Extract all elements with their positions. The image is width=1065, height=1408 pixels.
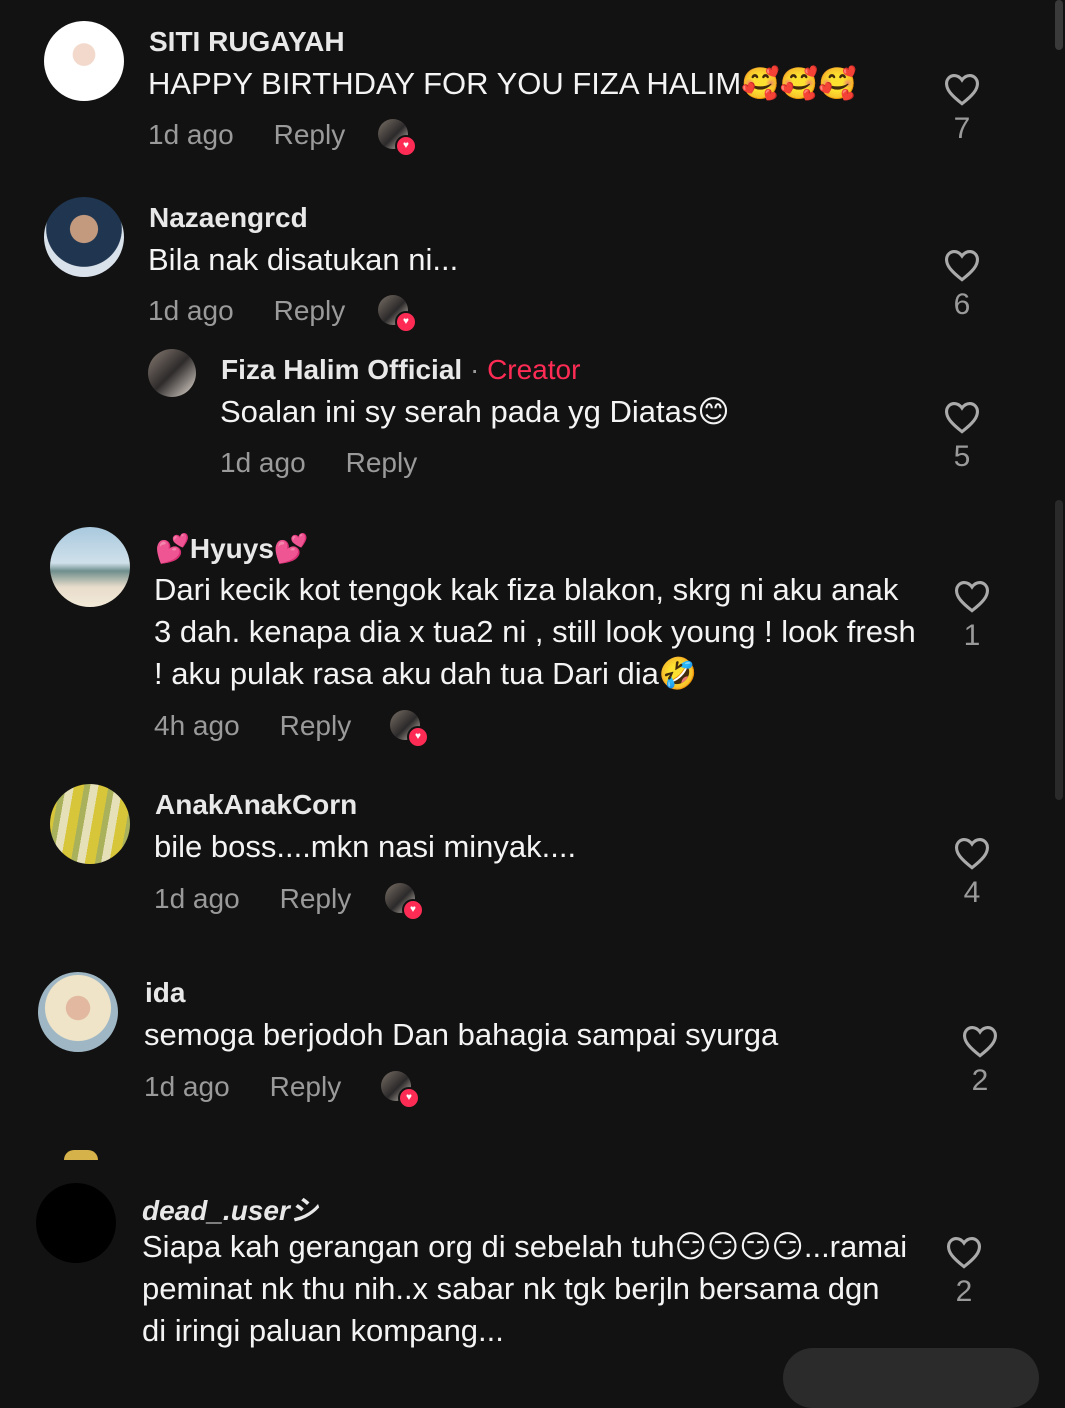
like-button[interactable]: 2 [934, 1235, 994, 1309]
creator-liked-heart-icon: ♥ [378, 295, 417, 333]
comment-text: Bila nak disatukan ni... [148, 242, 459, 277]
avatar[interactable] [44, 197, 124, 277]
like-button[interactable]: 4 [942, 836, 1002, 910]
comment-meta: 1d ago Reply [220, 447, 417, 479]
author-name: Fiza Halim Official [221, 354, 463, 385]
heart-outline-icon[interactable] [943, 248, 981, 282]
creator-liked-heart-icon: ♥ [385, 883, 424, 921]
bottom-floating-bar[interactable] [783, 1348, 1039, 1408]
comment-author[interactable]: dead_.userシ [142, 1189, 318, 1229]
like-count: 6 [953, 288, 971, 321]
reply-button[interactable]: Reply [346, 447, 418, 478]
heart-outline-icon[interactable] [953, 836, 991, 870]
comment-text: semoga berjodoh Dan bahagia sampai syurg… [144, 1017, 779, 1052]
avatar[interactable] [36, 1183, 116, 1263]
like-button[interactable]: 7 [932, 72, 992, 146]
reply-button[interactable]: Reply [280, 710, 352, 741]
reply-button[interactable]: Reply [270, 1071, 342, 1102]
like-button[interactable]: 5 [932, 400, 992, 474]
like-count: 7 [953, 112, 971, 145]
creator-badge: Creator [487, 354, 581, 385]
comment-author[interactable]: Nazaengrcd [149, 202, 308, 234]
comment-time: 1d ago [220, 447, 306, 478]
avatar-peek [64, 1150, 98, 1160]
like-button[interactable]: 6 [932, 248, 992, 322]
comment-author[interactable]: ida [145, 977, 185, 1009]
scrollbar[interactable] [1053, 0, 1065, 1374]
comment-text: HAPPY BIRTHDAY FOR YOU FIZA HALIM🥰🥰🥰 [148, 66, 857, 101]
like-count: 4 [963, 876, 981, 909]
scrollbar-segment [1055, 500, 1063, 800]
comment-text: bile boss....mkn nasi minyak.... [154, 829, 577, 864]
creator-liked-heart-icon: ♥ [381, 1071, 420, 1109]
comment-time: 4h ago [154, 710, 240, 741]
heart-outline-icon[interactable] [953, 579, 991, 613]
avatar[interactable] [148, 349, 196, 397]
avatar[interactable] [38, 972, 118, 1052]
comment-time: 1d ago [148, 295, 234, 326]
comment-author[interactable]: Fiza Halim Official · Creator [221, 354, 580, 386]
separator: · [469, 354, 480, 385]
like-button[interactable]: 1 [942, 579, 1002, 653]
comment-time: 1d ago [144, 1071, 230, 1102]
reply-button[interactable]: Reply [280, 883, 352, 914]
comment-author[interactable]: AnakAnakCorn [155, 789, 357, 821]
heart-outline-icon[interactable] [961, 1024, 999, 1058]
like-count: 2 [971, 1064, 989, 1097]
comment-text: Soalan ini sy serah pada yg Diatas😊 [220, 394, 730, 429]
comment-meta: 1d ago Reply [154, 883, 351, 915]
like-count: 5 [953, 440, 971, 473]
creator-liked-heart-icon: ♥ [390, 710, 429, 748]
creator-liked-heart-icon: ♥ [378, 119, 417, 157]
comment-author[interactable]: 💕Hyuys💕 [155, 532, 309, 565]
scrollbar-thumb[interactable] [1055, 0, 1063, 50]
heart-outline-icon[interactable] [943, 72, 981, 106]
like-button[interactable]: 2 [950, 1024, 1010, 1098]
avatar[interactable] [44, 21, 124, 101]
comment-meta: 1d ago Reply [148, 295, 345, 327]
like-count: 2 [955, 1275, 973, 1308]
comment-author[interactable]: SITI RUGAYAH [149, 26, 345, 58]
avatar[interactable] [50, 784, 130, 864]
reply-button[interactable]: Reply [274, 119, 346, 150]
heart-outline-icon[interactable] [943, 400, 981, 434]
reply-button[interactable]: Reply [274, 295, 346, 326]
comment-time: 1d ago [154, 883, 240, 914]
heart-outline-icon[interactable] [945, 1235, 983, 1269]
comment-meta: 1d ago Reply [144, 1071, 341, 1103]
comment-text: Siapa kah gerangan org di sebelah tuh😏😏😏… [142, 1229, 908, 1348]
comment-meta: 1d ago Reply [148, 119, 345, 151]
comment-meta: 4h ago Reply [154, 710, 351, 742]
avatar[interactable] [50, 527, 130, 607]
comment-time: 1d ago [148, 119, 234, 150]
like-count: 1 [963, 619, 981, 652]
comment-text: Dari kecik kot tengok kak fiza blakon, s… [154, 572, 916, 691]
